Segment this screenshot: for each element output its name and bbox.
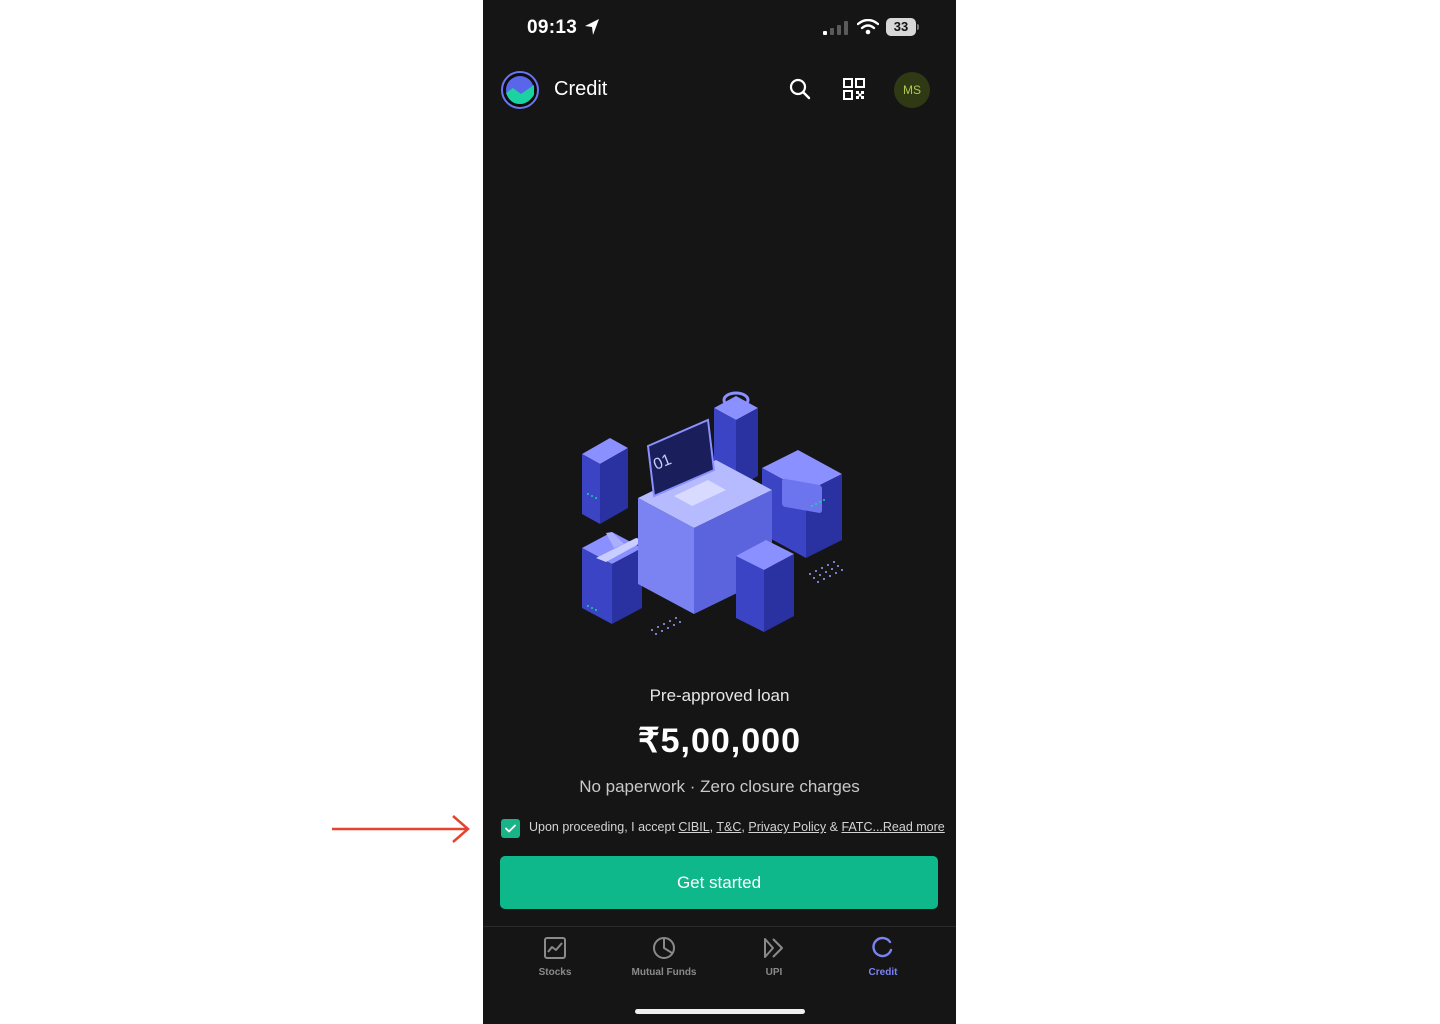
consent-row: Upon proceeding, I accept CIBIL, T&C, Pr…	[501, 818, 945, 838]
checkmark-icon	[505, 824, 516, 833]
nav-item-mutual-funds[interactable]: Mutual Funds	[614, 935, 714, 978]
profile-avatar[interactable]: MS	[894, 72, 930, 108]
consent-checkbox[interactable]	[501, 819, 520, 838]
offer-label: Pre-approved loan	[649, 686, 790, 705]
consent-text: Upon proceeding, I accept CIBIL, T&C, Pr…	[529, 820, 945, 834]
app-logo-icon	[501, 71, 539, 109]
nav-label-stocks: Stocks	[538, 967, 572, 978]
cellular-signal-icon	[823, 21, 848, 35]
consent-prefix: Upon proceeding, I accept	[529, 820, 679, 834]
nav-label-credit: Credit	[868, 967, 898, 978]
page-title: Credit	[554, 78, 608, 100]
credit-icon	[872, 936, 893, 958]
nav-label-mutual-funds: Mutual Funds	[631, 967, 697, 978]
home-indicator	[635, 1009, 805, 1014]
terms-link[interactable]: T&C	[716, 820, 741, 834]
nav-divider	[483, 926, 956, 927]
fatc-link[interactable]: FATC...	[841, 820, 882, 834]
upi-icon	[764, 938, 783, 958]
status-time: 09:13	[527, 17, 578, 38]
nav-item-credit[interactable]: Credit	[833, 935, 933, 978]
app-header: Credit MS	[483, 70, 956, 112]
nav-item-stocks[interactable]: Stocks	[505, 935, 605, 978]
location-arrow-icon	[585, 19, 599, 35]
battery-tip	[917, 24, 919, 30]
read-more-link[interactable]: Read more	[883, 820, 945, 834]
search-icon[interactable]	[789, 78, 811, 100]
bottom-nav: Stocks Mutual Funds UPI Credit	[483, 935, 956, 985]
cibil-link[interactable]: CIBIL	[678, 820, 709, 834]
loan-amount: ₹5,00,000	[638, 722, 801, 760]
status-bar: 09:13 33	[483, 0, 956, 56]
chart-icon	[544, 937, 566, 959]
privacy-policy-link[interactable]: Privacy Policy	[748, 820, 826, 834]
phone-screen: 09:13 33 Credit MS 01 Pre-approved loan …	[483, 0, 956, 1024]
nav-label-upi: UPI	[765, 967, 783, 978]
annotation-arrow-icon	[332, 815, 470, 843]
loan-illustration: 01	[582, 391, 843, 635]
nav-item-upi[interactable]: UPI	[724, 935, 824, 978]
offer-tagline: No paperwork · Zero closure charges	[579, 777, 860, 796]
consent-separator-3: &	[826, 820, 842, 834]
qr-code-icon[interactable]	[843, 78, 865, 100]
wifi-icon	[857, 19, 879, 35]
pie-icon	[653, 937, 675, 959]
get-started-button[interactable]: Get started	[500, 856, 938, 909]
battery-indicator: 33	[886, 18, 916, 36]
